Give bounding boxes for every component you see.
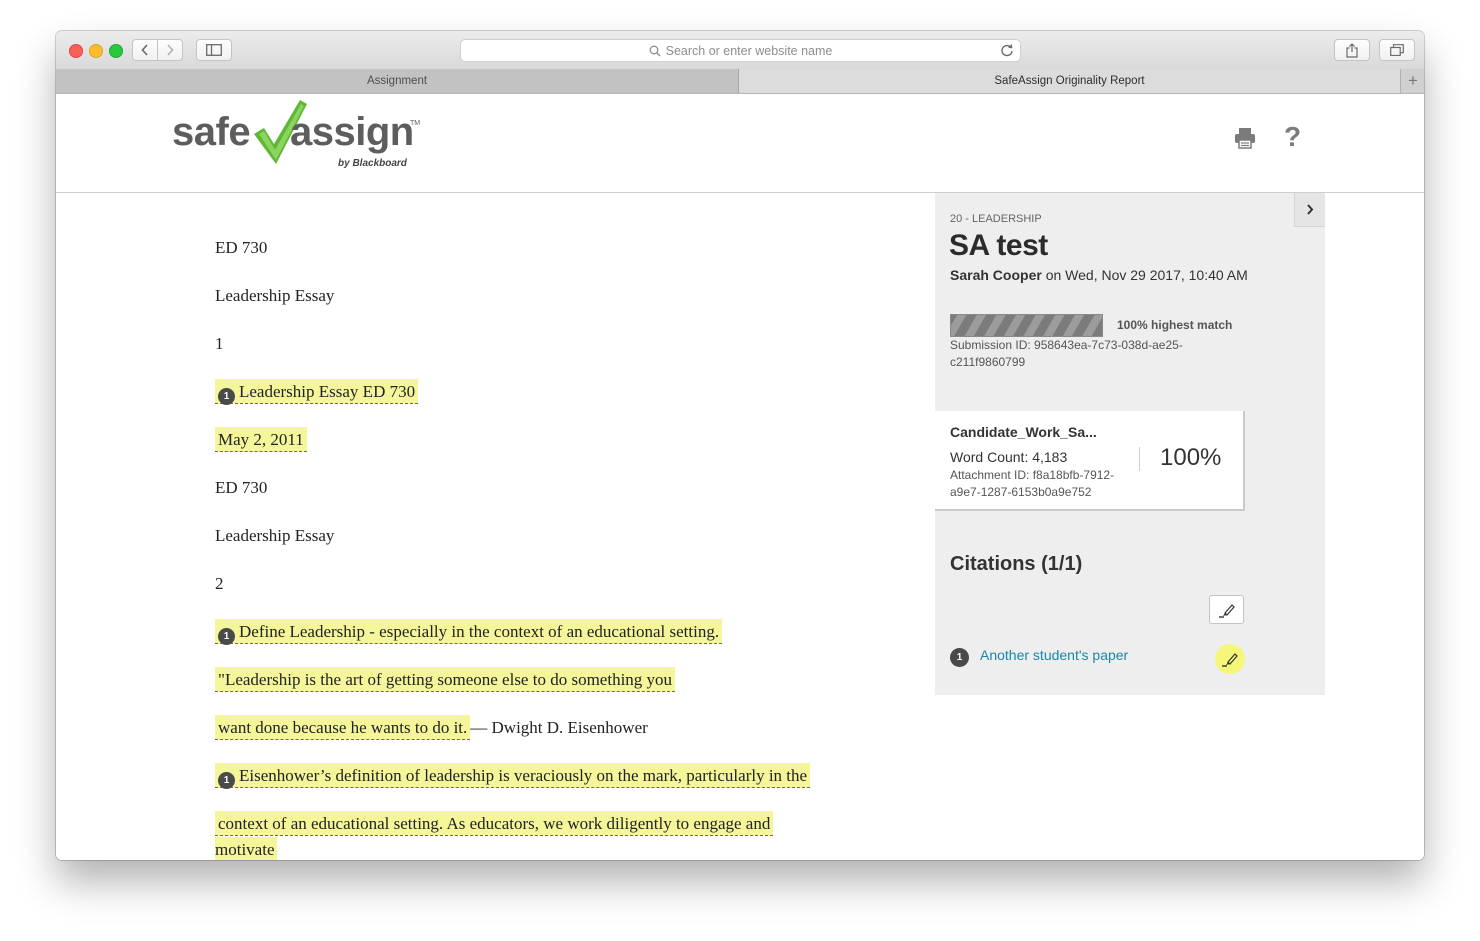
word-count: Word Count: 4,183 (950, 449, 1068, 465)
reload-icon[interactable] (1000, 43, 1014, 57)
zoom-window-button[interactable] (109, 44, 123, 58)
browser-toolbar: Search or enter website name (56, 31, 1424, 70)
attachment-name: Candidate_Work_Sa... (950, 424, 1097, 440)
tab-strip: Assignment SafeAssign Originality Report… (56, 69, 1424, 94)
share-button[interactable] (1334, 39, 1370, 61)
highlighted-match[interactable]: 1 Eisenhower’s definition of leadership i… (215, 763, 811, 789)
chevron-right-icon (1307, 204, 1314, 215)
highlighted-match[interactable]: 1 Define Leadership - especially in the c… (215, 619, 723, 645)
collapse-panel-button[interactable] (1294, 193, 1325, 227)
citation-marker[interactable]: 1 (218, 388, 235, 405)
highlighted-match[interactable]: motivate (215, 837, 278, 860)
tabs-overview-icon (1390, 44, 1404, 56)
report-side-panel: 20 - LEADERSHIP SA test Sarah Cooper on … (935, 193, 1325, 695)
document-line: 2 (215, 574, 224, 593)
help-button[interactable]: ? (1284, 121, 1301, 153)
highest-match-bar (950, 314, 1103, 337)
new-tab-button[interactable]: + (1400, 69, 1424, 93)
address-placeholder: Search or enter website name (665, 43, 833, 58)
printer-icon (1235, 128, 1255, 149)
document-line: Leadership Essay (215, 286, 335, 305)
highlighted-match[interactable]: 1 Leadership Essay ED 730 (215, 379, 419, 405)
tab-originality-report[interactable]: SafeAssign Originality Report (739, 69, 1400, 93)
chevron-left-icon (141, 44, 148, 56)
highlighted-match[interactable]: May 2, 2011 (215, 427, 307, 452)
sidebar-icon (206, 44, 222, 56)
logo-text-assign: assign (290, 110, 414, 154)
author-name: Sarah Cooper (950, 267, 1042, 283)
minimize-window-button[interactable] (89, 44, 103, 58)
document-line: 1 (215, 334, 224, 353)
print-button[interactable] (1234, 127, 1256, 154)
document-line: Leadership Essay (215, 526, 335, 545)
submission-id: Submission ID: 958643ea-7c73-038d-ae25-c… (950, 338, 1183, 369)
tab-assignment[interactable]: Assignment (56, 69, 739, 93)
address-bar[interactable]: Search or enter website name (460, 39, 1021, 62)
highlighted-match[interactable]: want done because he wants to do it. — Dw… (215, 715, 648, 740)
highlighted-match[interactable]: context of an educational setting. As ed… (215, 811, 774, 836)
quote-attribution: — Dwight D. Eisenhower (470, 718, 648, 737)
highlighted-match[interactable]: "Leadership is the art of getting someon… (215, 667, 676, 692)
highest-match-label: 100% highest match (1117, 318, 1233, 332)
citation-marker[interactable]: 1 (218, 772, 235, 789)
toggle-highlights-button[interactable] (1209, 595, 1244, 624)
document-line: ED 730 (215, 478, 268, 497)
citations-heading: Citations (1/1) (950, 553, 1083, 575)
question-mark-icon: ? (1284, 121, 1302, 152)
safeassign-logo: safe assign TM by Blackboard (172, 98, 422, 176)
tab-label: SafeAssign Originality Report (994, 75, 1145, 87)
logo-trademark: TM (410, 120, 421, 127)
highlighter-icon (1222, 653, 1238, 667)
card-divider (1139, 447, 1140, 471)
submission-byline: Sarah Cooper on Wed, Nov 29 2017, 10:40 … (950, 265, 1250, 285)
share-icon (1346, 42, 1358, 58)
attachment-card[interactable]: Candidate_Work_Sa... Word Count: 4,183 A… (935, 411, 1245, 511)
citation-number-badge: 1 (950, 645, 969, 667)
attachment-id: Attachment ID: f8a18bfb-7912-a9e7-1287-6… (950, 468, 1115, 499)
sidebar-toggle-button[interactable] (196, 39, 232, 61)
submission-title: SA test (949, 229, 1048, 262)
submission-date: on Wed, Nov 29 2017, 10:40 AM (1041, 267, 1248, 283)
chevron-right-icon (167, 44, 174, 56)
search-icon (649, 45, 661, 56)
show-tabs-button[interactable] (1379, 39, 1415, 61)
page-header: safe assign TM by Blackboard ? (56, 94, 1424, 193)
logo-text-safe: safe (172, 110, 251, 154)
citation-source-link[interactable]: Another student's paper (980, 647, 1128, 663)
assignment-label: 20 - LEADERSHIP (950, 213, 1042, 225)
document-line: ED 730 (215, 238, 268, 257)
browser-window: Search or enter website name Assignment … (56, 31, 1424, 860)
plus-icon: + (1408, 71, 1418, 90)
forward-button[interactable] (157, 39, 183, 61)
citation-highlight-button[interactable] (1215, 644, 1245, 674)
tab-label: Assignment (366, 75, 428, 87)
report-page: safe assign TM by Blackboard ? ED 730 Le… (56, 94, 1424, 860)
attachment-match-percent: 100% (1160, 444, 1222, 471)
logo-byline: by Blackboard (338, 158, 407, 169)
highlighter-icon (1218, 603, 1235, 618)
close-window-button[interactable] (69, 44, 83, 58)
back-button[interactable] (132, 39, 158, 61)
citation-marker[interactable]: 1 (218, 628, 235, 645)
